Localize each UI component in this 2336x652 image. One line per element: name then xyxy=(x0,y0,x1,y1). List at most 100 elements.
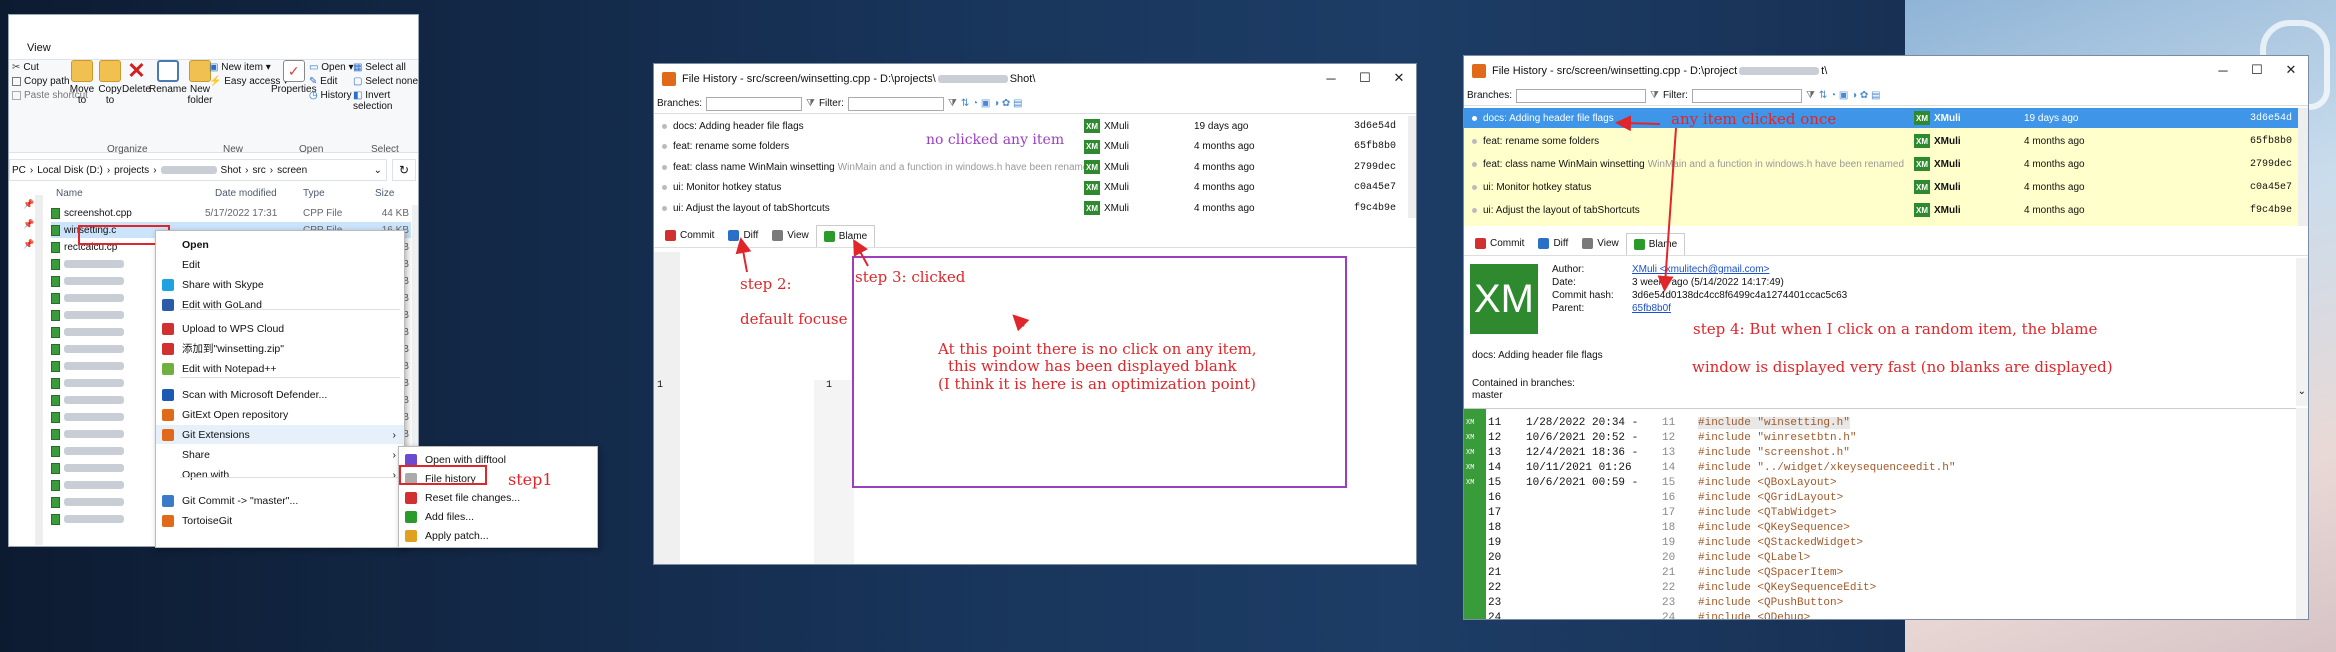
commit-info-scrollbar[interactable] xyxy=(2296,258,2308,406)
blame-scrollbar[interactable] xyxy=(2296,408,2308,619)
delete-button[interactable]: ✕ Delete xyxy=(122,60,151,96)
context-menu-item[interactable]: Edit xyxy=(156,255,404,274)
breadcrumb-src[interactable]: src xyxy=(252,165,265,176)
blame-line[interactable]: 22 22 #include <QKeySequenceEdit> xyxy=(1464,580,2296,595)
context-menu-item[interactable]: Upload to WPS Cloud xyxy=(156,319,404,338)
tab-blame[interactable]: Blame xyxy=(815,224,876,247)
blame-line[interactable]: 24 24 #include <QDebug> xyxy=(1464,610,2296,620)
code-text: #include <QTabWidget> xyxy=(1698,506,1837,519)
filter-options-icon[interactable]: ⧩ xyxy=(1806,90,1815,101)
chevron-down-icon[interactable]: ⌄ xyxy=(374,165,382,176)
toolbar-icons[interactable]: ⇅ ◔ ▣ ◑ ✿ ▤ xyxy=(1819,90,1881,101)
rename-button[interactable]: Rename xyxy=(149,60,187,95)
submenu-item[interactable]: Apply patch... xyxy=(399,526,597,545)
breadcrumb-projects[interactable]: projects xyxy=(114,165,149,176)
context-menu-item[interactable]: GitExt Open repository xyxy=(156,405,404,424)
submenu-item[interactable]: Add files... xyxy=(399,507,597,526)
filter-input[interactable] xyxy=(1691,88,1802,103)
context-menu-item[interactable]: Open xyxy=(156,235,404,254)
commit-row[interactable]: ui: Adjust the layout of tabShortcuts XM X… xyxy=(1464,200,2298,220)
maximize-button[interactable]: ☐ xyxy=(2240,56,2274,84)
blame-line[interactable]: XM 11 1/28/2022 20:34 - 11 #include "winsett… xyxy=(1464,415,2296,430)
tab-commit[interactable]: Commit xyxy=(1468,233,1531,255)
column-name[interactable]: Name xyxy=(56,188,83,199)
commit-row[interactable]: feat: rename some folders XM XMuli 4 months… xyxy=(1464,131,2298,151)
commit-row[interactable]: docs: Adding header file flags XM XMuli 19 … xyxy=(1464,108,2298,128)
tab-commit[interactable]: Commit xyxy=(658,225,721,247)
context-menu-item[interactable]: Git Extensions › xyxy=(156,425,404,444)
branches-dropdown[interactable] xyxy=(706,96,803,111)
blame-line[interactable]: 20 20 #include <QLabel> xyxy=(1464,550,2296,565)
context-menu-item[interactable]: Edit with GoLand xyxy=(156,295,404,314)
blame-line[interactable]: XM 14 10/11/2021 01:26 14 #include "../widge… xyxy=(1464,460,2296,475)
tab-view[interactable]: View xyxy=(765,225,816,247)
filter-input[interactable] xyxy=(847,96,944,111)
column-type[interactable]: Type xyxy=(303,188,325,199)
blame-line[interactable]: XM 13 12/4/2021 18:36 - 13 #include "screens… xyxy=(1464,445,2296,460)
cut-button[interactable]: ✂ Cut xyxy=(12,62,39,73)
commit-row[interactable]: feat: class name WinMain winsetting WinMa… xyxy=(1464,154,2298,174)
context-menu-item[interactable]: Edit with Notepad++ xyxy=(156,359,404,378)
edit-button[interactable]: ✎ Edit xyxy=(309,76,337,87)
branches-dropdown[interactable] xyxy=(1516,88,1647,103)
context-menu-item[interactable]: Share with Skype xyxy=(156,275,404,294)
chevron-down-icon[interactable]: ⌄ xyxy=(2298,386,2306,397)
close-button[interactable]: ✕ xyxy=(2274,56,2308,84)
tab-blame[interactable]: Blame xyxy=(1625,232,1686,255)
refresh-button[interactable]: ↻ xyxy=(392,159,416,181)
breadcrumb-shot[interactable]: Shot xyxy=(221,165,242,176)
column-size[interactable]: Size xyxy=(375,188,394,199)
context-menu-item[interactable]: Share › xyxy=(156,445,404,464)
toolbar-icons[interactable]: ⇅ ◔ ▣ ◑ ✿ ▤ xyxy=(961,98,1023,109)
commit-row[interactable]: ui: Monitor hotkey status XM XMuli 4 months… xyxy=(1464,177,2298,197)
blame-line[interactable]: XM 15 10/6/2021 00:59 - 15 #include <QBoxLay… xyxy=(1464,475,2296,490)
blame-line[interactable]: 16 16 #include <QGridLayout> xyxy=(1464,490,2296,505)
ribbon-tab-view[interactable]: View xyxy=(27,42,51,54)
breadcrumb-disk[interactable]: Local Disk (D:) xyxy=(37,165,103,176)
submenu-item[interactable]: Reset file changes... xyxy=(399,488,597,507)
author-link[interactable]: XMuli <xmulitech@gmail.com> xyxy=(1632,264,1769,275)
column-date[interactable]: Date modified xyxy=(215,188,277,199)
context-menu-item[interactable]: Open with › xyxy=(156,465,404,484)
breadcrumb-pc[interactable]: PC xyxy=(12,165,26,176)
blame-line[interactable]: 21 21 #include <QSpacerItem> xyxy=(1464,565,2296,580)
commit-list-scrollbar[interactable] xyxy=(2298,108,2308,226)
minimize-button[interactable]: ─ xyxy=(1314,64,1348,92)
breadcrumb-screen[interactable]: screen xyxy=(277,165,307,176)
filter-funnel-icon[interactable]: ⧩ xyxy=(806,98,815,109)
tab-diff[interactable]: Diff xyxy=(1531,233,1575,255)
maximize-button[interactable]: ☐ xyxy=(1348,64,1382,92)
commit-row[interactable]: ui: Adjust the layout of tabShortcuts XM X… xyxy=(654,198,1408,218)
nav-scrollbar[interactable] xyxy=(35,195,43,545)
blame-line[interactable]: 19 19 #include <QStackedWidget> xyxy=(1464,535,2296,550)
commit-list-scrollbar[interactable] xyxy=(1408,116,1416,218)
context-menu-item[interactable]: Git Commit -> "master"... xyxy=(156,491,404,510)
move-to-button[interactable]: Move to xyxy=(67,60,97,106)
blame-line[interactable]: 17 17 #include <QTabWidget> xyxy=(1464,505,2296,520)
new-item-button[interactable]: ▣ New item ▾ xyxy=(209,62,271,73)
commit-row[interactable]: feat: class name WinMain winsetting WinMa… xyxy=(654,157,1408,177)
parent-link[interactable]: 65fb8b0f xyxy=(1632,303,1671,314)
context-menu-item[interactable]: Scan with Microsoft Defender... xyxy=(156,385,404,404)
context-menu-item[interactable]: 添加到"winsetting.zip" xyxy=(156,339,404,358)
minimize-button[interactable]: ─ xyxy=(2206,56,2240,84)
blame-line[interactable]: 18 18 #include <QKeySequence> xyxy=(1464,520,2296,535)
address-bar[interactable]: PC › Local Disk (D:) › projects › Shot › src… xyxy=(9,159,387,181)
blame-line[interactable]: XM 12 10/6/2021 20:52 - 12 #include "winrese… xyxy=(1464,430,2296,445)
select-all-button[interactable]: ▦ Select all xyxy=(353,62,406,73)
blame-line[interactable]: 23 23 #include <QPushButton> xyxy=(1464,595,2296,610)
commit-row[interactable]: ui: Monitor hotkey status XM XMuli 4 months… xyxy=(654,178,1408,198)
select-none-button[interactable]: ▢ Select none xyxy=(353,76,418,87)
history-button[interactable]: ◷ History xyxy=(309,90,352,101)
filter-funnel-icon[interactable]: ⧩ xyxy=(1650,90,1659,101)
copy-to-button[interactable]: Copy to xyxy=(95,60,125,106)
close-button[interactable]: ✕ xyxy=(1382,64,1416,92)
file-row[interactable]: screenshot.cpp 5/17/2022 17:31 CPP File 44 … xyxy=(51,205,411,221)
open-button[interactable]: ▭ Open ▾ xyxy=(309,62,354,73)
filter-options-icon[interactable]: ⧩ xyxy=(948,98,957,109)
context-menu-item[interactable]: TortoiseGit xyxy=(156,511,404,530)
tab-view[interactable]: View xyxy=(1575,233,1626,255)
invert-selection-button[interactable]: ◧ Invert selection xyxy=(353,90,418,112)
tab-diff[interactable]: Diff xyxy=(721,225,765,247)
copy-path-button[interactable]: Copy path xyxy=(12,76,70,87)
